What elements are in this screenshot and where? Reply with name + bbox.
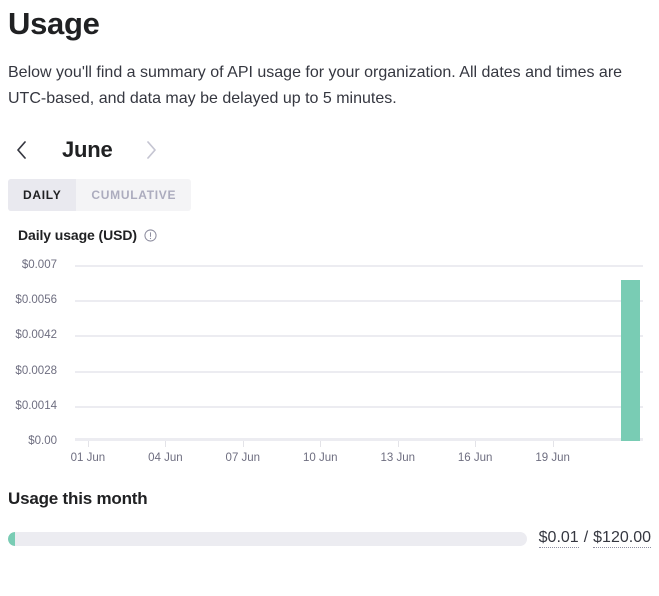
tab-cumulative[interactable]: CUMULATIVE (76, 179, 191, 211)
tab-daily[interactable]: DAILY (8, 179, 77, 211)
chart-plot-area: $0.007 $0.0056 $0.0042 $0.0028 $0.0014 $0.00 0… (15, 259, 643, 464)
chart-x-axis-tick (87, 441, 89, 447)
chart-gridline (75, 335, 643, 338)
usage-view-tabs: DAILY CUMULATIVE (8, 179, 192, 211)
chart-y-axis-label: $0.00 (28, 435, 57, 447)
month-navigation: June (8, 134, 651, 166)
chart-x-axis-tick (242, 441, 244, 447)
chart-y-axis-label: $0.0056 (15, 294, 57, 307)
usage-progress-row: $0.01 / $120.00 (8, 529, 651, 548)
chart-title: Daily usage (USD) (18, 227, 137, 243)
chart-x-axis-label: 04 Jun (148, 452, 183, 464)
usage-separator: / (583, 529, 589, 546)
chart-gridline (75, 265, 643, 267)
chart-bar[interactable] (620, 280, 640, 441)
chart-y-axis-label: $0.0014 (15, 399, 57, 412)
chart-x-axis-label: 01 Jun (70, 452, 106, 464)
chart-y-axis-label: $0.0042 (15, 329, 57, 342)
chart-y-axis-label: $0.007 (21, 259, 57, 271)
usage-limit-amount[interactable]: $120.00 (593, 529, 651, 548)
page-description: Below you'll find a summary of API usage… (8, 64, 623, 107)
chart-x-axis-label: 19 Jun (535, 452, 570, 464)
usage-amounts: $0.01 / $120.00 (538, 529, 651, 548)
chevron-right-icon[interactable] (139, 137, 165, 163)
chart-x-axis-label: 07 Jun (225, 452, 261, 464)
usage-progress-bar[interactable] (8, 531, 527, 546)
usage-this-month-title: Usage this month (8, 489, 148, 508)
chart-x-axis-tick (397, 441, 399, 447)
chart-x-axis-tick (165, 441, 167, 447)
chart-gridline (75, 300, 643, 303)
chart-x-axis-tick (552, 441, 554, 447)
usage-used-amount[interactable]: $0.01 (538, 529, 579, 548)
chart-gridline (75, 370, 643, 373)
chart-title-row: Daily usage (USD) (8, 227, 651, 243)
page-title: Usage (8, 6, 100, 41)
chart-x-axis-label: 10 Jun (303, 452, 338, 464)
chart-x-axis-label: 16 Jun (457, 452, 493, 464)
usage-progress-fill (8, 531, 15, 546)
chart-y-axis-label: $0.0028 (15, 364, 57, 377)
daily-usage-chart-block: Daily usage (USD) $0.007 $0.0056 $0.0042 $0… (8, 227, 651, 475)
usage-page: Usage Below you'll find a summary of API… (0, 0, 659, 596)
chevron-left-icon[interactable] (8, 137, 34, 163)
chart-baseline (75, 438, 643, 441)
daily-usage-chart: $0.007 $0.0056 $0.0042 $0.0028 $0.0014 $0.00 0… (8, 257, 651, 475)
info-icon[interactable] (144, 228, 157, 242)
month-label: June (62, 137, 113, 162)
chart-x-axis-tick (320, 441, 322, 447)
chart-gridline (75, 405, 643, 408)
chart-x-axis-tick (475, 441, 477, 447)
chart-x-axis-label: 13 Jun (380, 452, 415, 464)
